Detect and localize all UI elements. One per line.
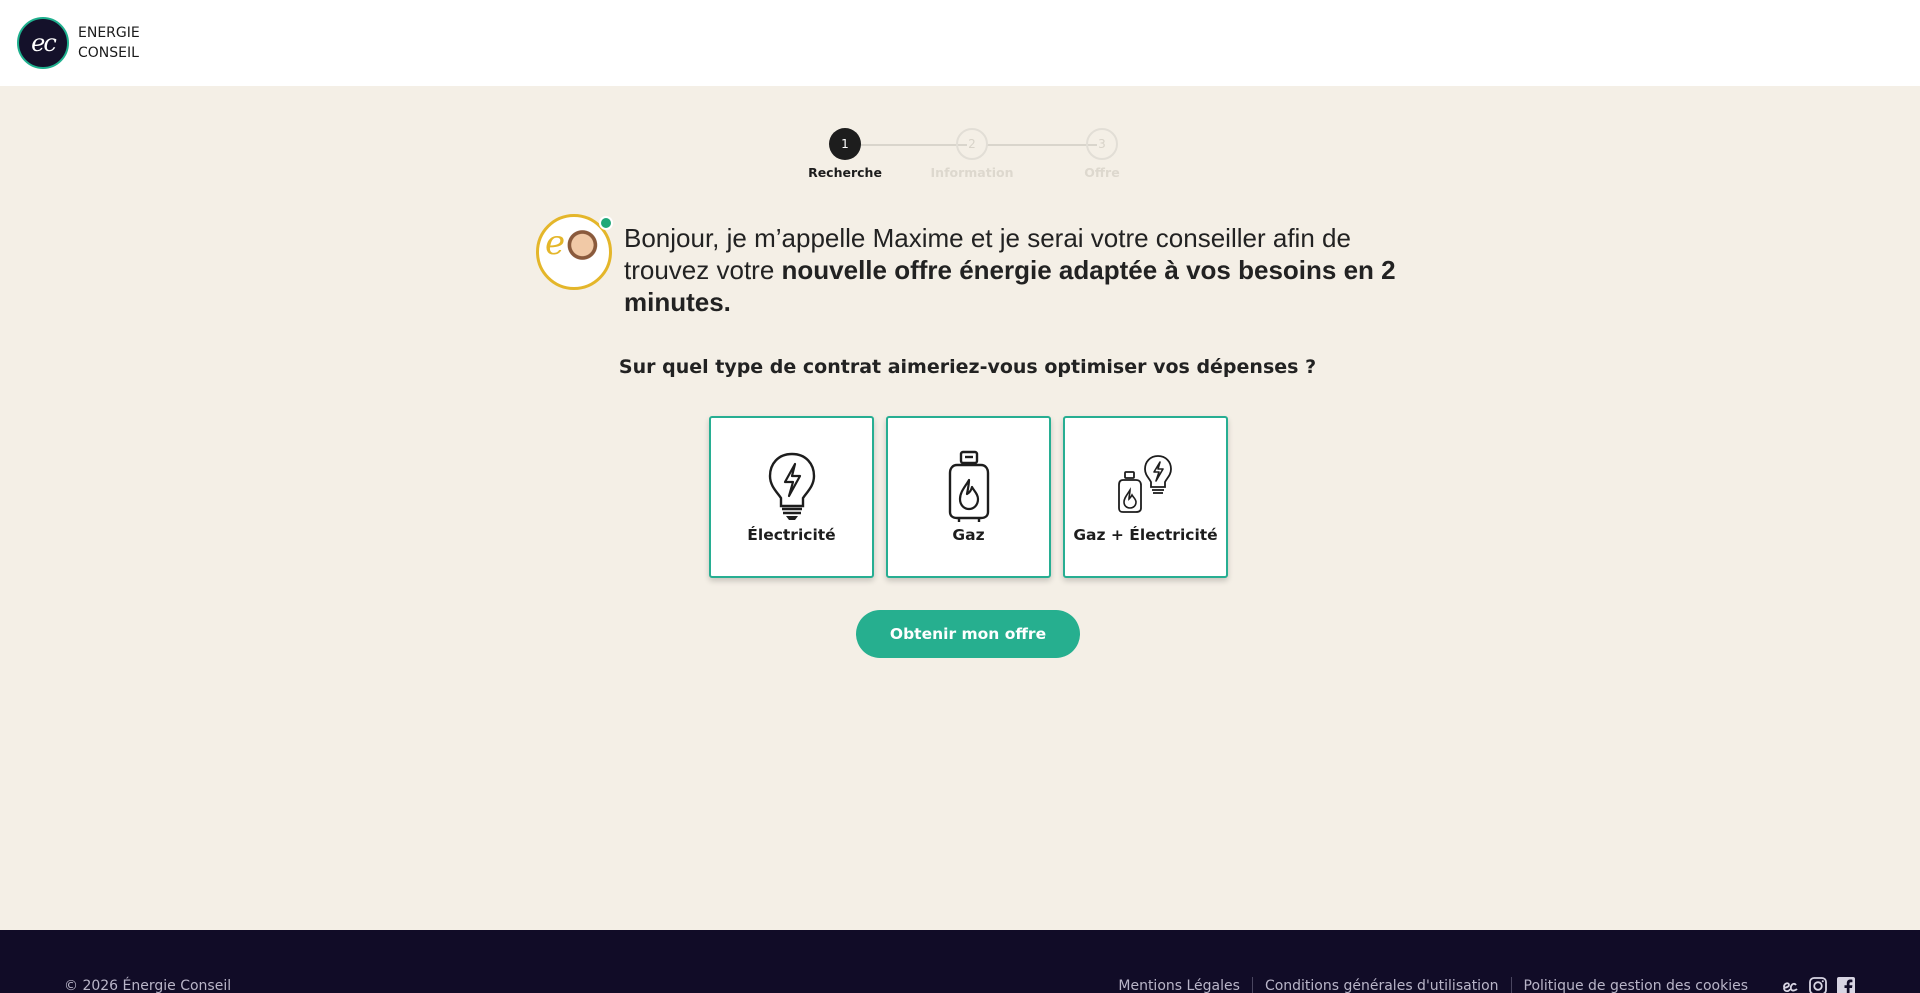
instagram-icon[interactable] (1808, 976, 1828, 993)
logo-initials: ec (31, 29, 57, 57)
option-gaz[interactable]: Gaz (886, 416, 1051, 578)
step-recherche: 1 Recherche (790, 128, 900, 180)
option-electricite[interactable]: Électricité (709, 416, 874, 578)
logo-text-line2: CONSEIL (78, 45, 139, 61)
online-status-dot (599, 216, 613, 230)
step-offre: 3 Offre (1047, 128, 1157, 180)
get-offer-button[interactable]: Obtenir mon offre (856, 610, 1080, 658)
step-number: 3 (1086, 128, 1118, 160)
avatar-logo-letter: e (545, 223, 566, 263)
step-number: 2 (956, 128, 988, 160)
site-header: ec ENERGIE CONSEIL (0, 0, 1920, 86)
lightbulb-icon (768, 452, 815, 520)
option-gaz-electricite[interactable]: Gaz + Électricité (1063, 416, 1228, 578)
logo-text-line1: ENERGIE (78, 25, 140, 41)
step-label: Offre (1084, 165, 1120, 180)
option-label: Électricité (747, 526, 836, 544)
gas-and-lightbulb-icon (1117, 455, 1172, 513)
footer-links: Mentions Légales Conditions générales d'… (1106, 976, 1856, 993)
option-label: Gaz (952, 526, 985, 544)
advisor-avatar: e (536, 214, 616, 294)
step-information: 2 Information (917, 128, 1027, 180)
advisor-intro-text: Bonjour, je m’appelle Maxime et je serai… (624, 222, 1404, 318)
facebook-icon[interactable] (1836, 976, 1856, 993)
option-label: Gaz + Électricité (1073, 526, 1218, 544)
copyright-text: © 2026 Énergie Conseil (64, 978, 232, 993)
logo-text[interactable]: ENERGIE CONSEIL (78, 23, 140, 63)
step-label: Recherche (808, 165, 882, 180)
contract-question: Sur quel type de contrat aimeriez-vous o… (618, 356, 1317, 378)
main-content: 1 Recherche 2 Information 3 Offre e Bonj… (0, 86, 1920, 930)
logo-badge[interactable]: ec (17, 17, 69, 69)
cookie-policy-link[interactable]: Politique de gestion des cookies (1510, 977, 1760, 993)
step-label: Information (930, 165, 1014, 180)
legal-notice-link[interactable]: Mentions Légales (1106, 977, 1252, 993)
gas-bottle-icon (948, 450, 989, 522)
step-number: 1 (829, 128, 861, 160)
ec-logo-icon[interactable] (1780, 976, 1800, 993)
terms-link[interactable]: Conditions générales d'utilisation (1251, 977, 1511, 993)
footer-social-icons (1772, 976, 1856, 993)
contract-options: Électricité Gaz Gaz + Électricité (709, 416, 1229, 578)
progress-stepper: 1 Recherche 2 Information 3 Offre (800, 128, 1130, 188)
site-footer: © 2026 Énergie Conseil Mentions Légales … (0, 930, 1920, 993)
